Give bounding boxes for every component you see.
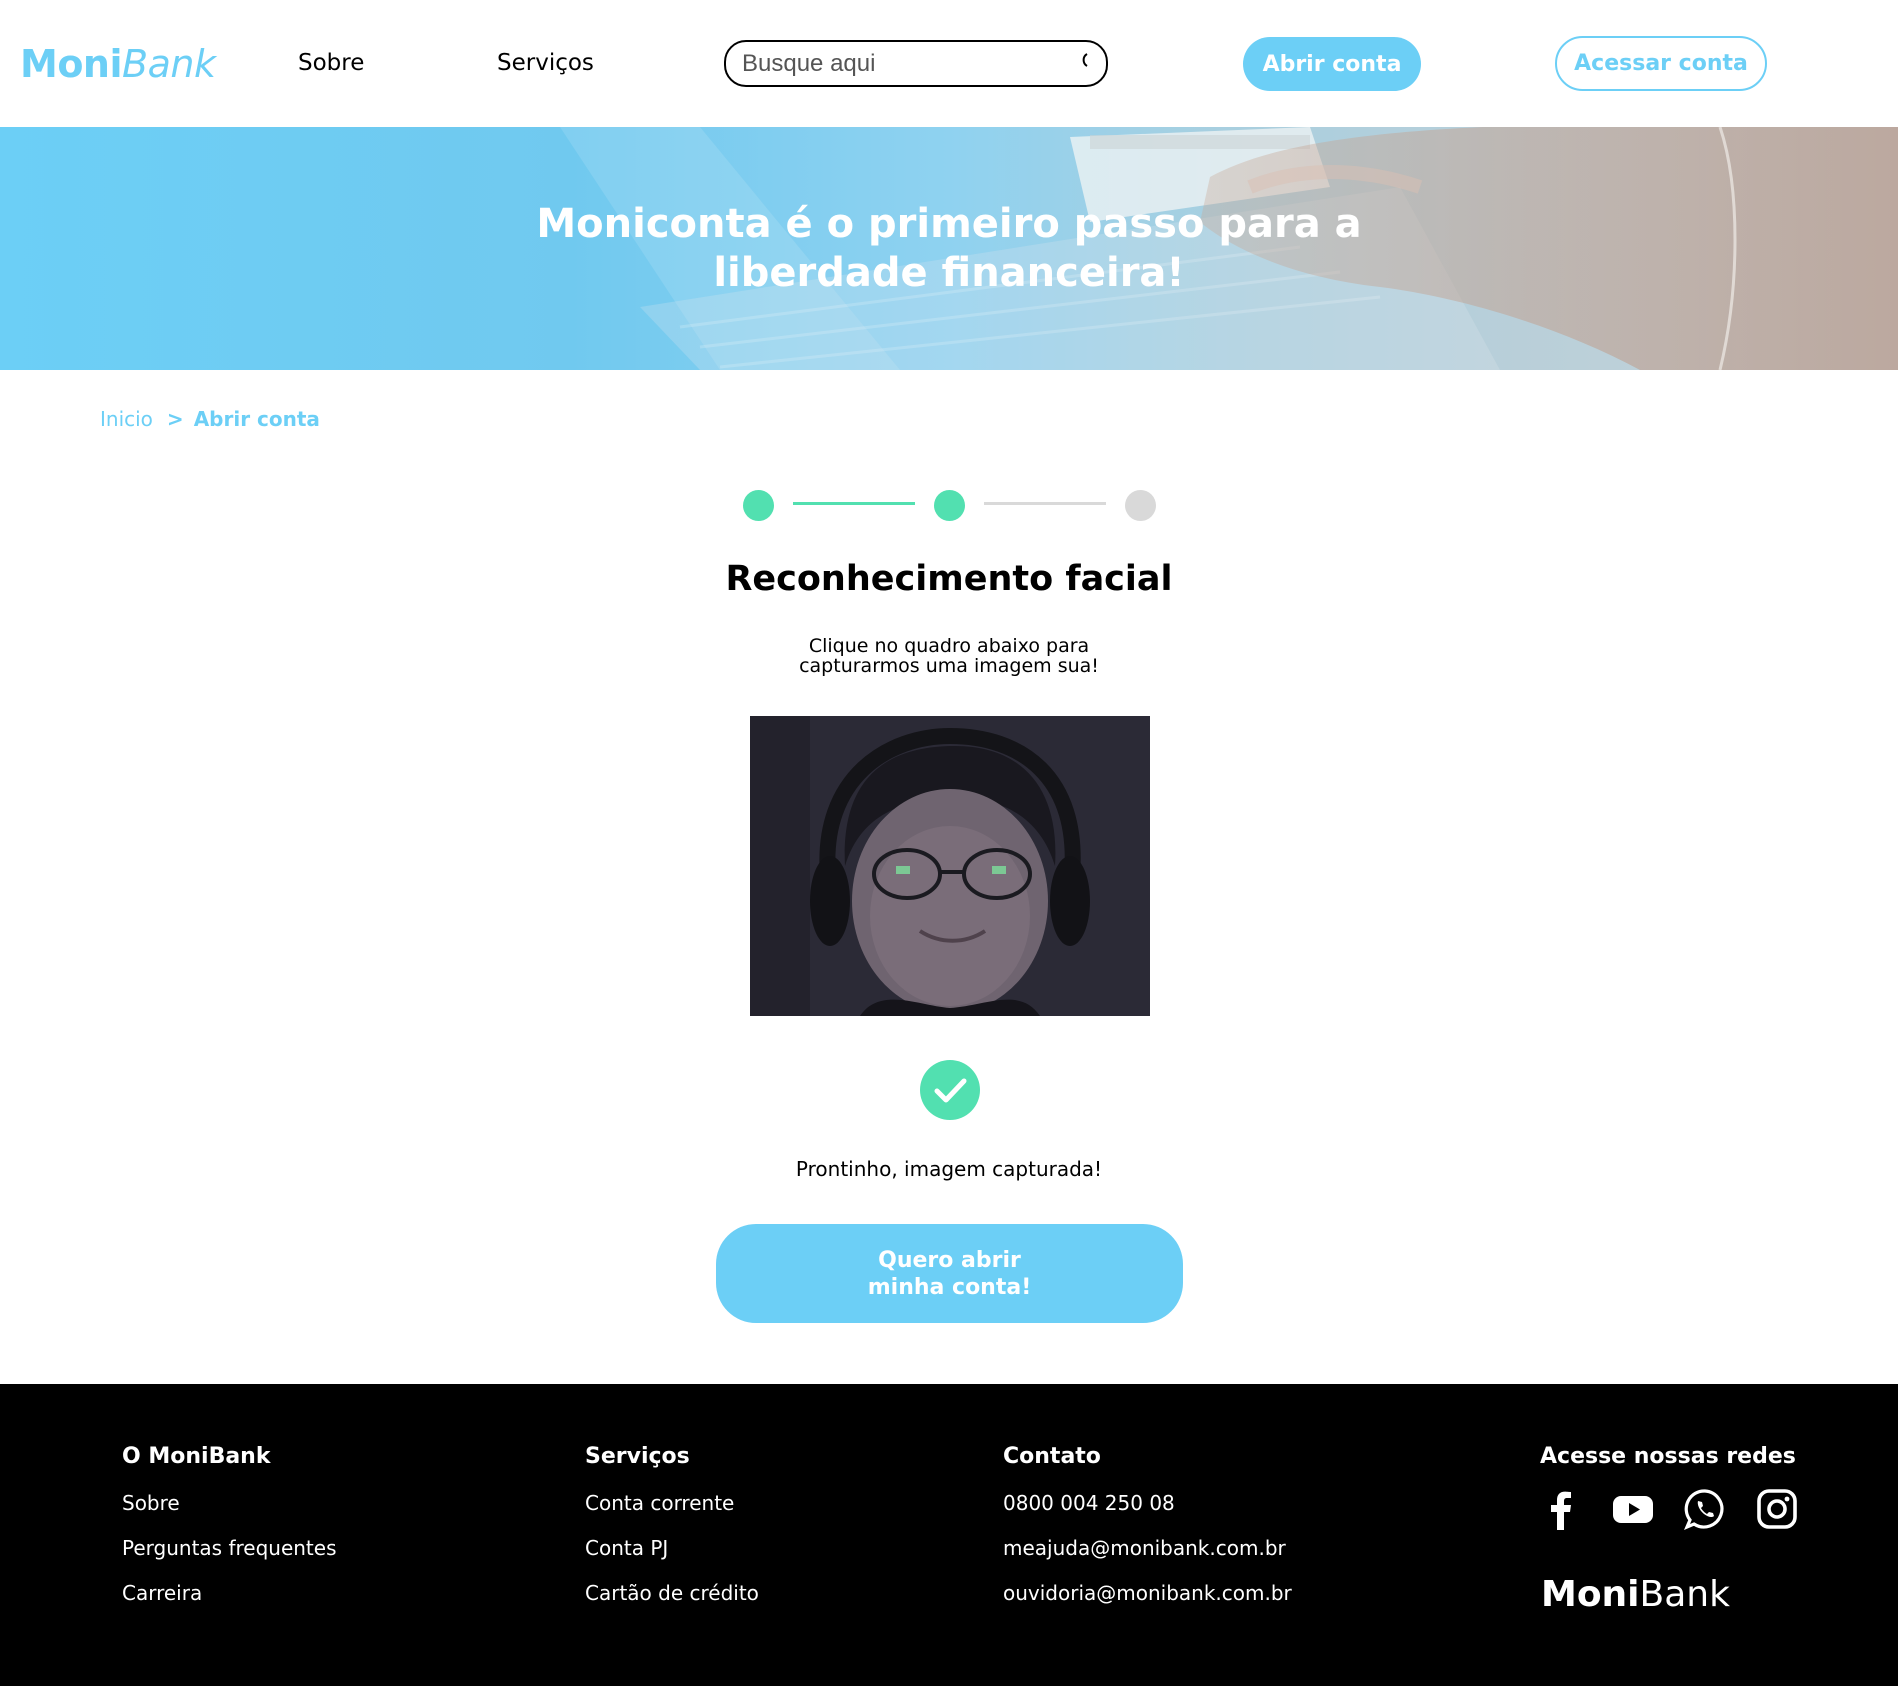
- capture-instructions: Clique no quadro abaixo para capturarmos…: [799, 635, 1099, 677]
- nav-servicos-link[interactable]: Serviços: [497, 50, 594, 76]
- banner-title: Moniconta é o primeiro passo para a libe…: [536, 201, 1362, 296]
- facebook-icon[interactable]: [1540, 1488, 1582, 1530]
- footer-monibank-logo[interactable]: MoniBank: [1541, 1574, 1730, 1615]
- nav-sobre-link[interactable]: Sobre: [298, 50, 364, 76]
- breadcrumb-home-link[interactable]: Inicio: [100, 407, 153, 431]
- footer-phone[interactable]: 0800 004 250 08: [1003, 1491, 1292, 1516]
- footer-heading: Serviços: [585, 1444, 690, 1469]
- breadcrumb: Inicio > Abrir conta: [100, 407, 320, 431]
- search-input[interactable]: [742, 49, 1062, 79]
- footer-link-conta-pj[interactable]: Conta PJ: [585, 1536, 759, 1561]
- breadcrumb-separator: >: [166, 407, 184, 431]
- footer-link-conta-corrente[interactable]: Conta corrente: [585, 1491, 759, 1516]
- step-connector-1: [793, 502, 915, 505]
- step-1-indicator: [743, 490, 774, 521]
- footer-column-contato: Contato 0800 004 250 08 meajuda@monibank…: [1003, 1444, 1292, 1626]
- footer-social-heading: Acesse nossas redes: [1540, 1444, 1796, 1469]
- hero-banner: Moniconta é o primeiro passo para a libe…: [0, 127, 1898, 370]
- captured-face-image: [750, 716, 1150, 1016]
- footer-email-help[interactable]: meajuda@monibank.com.br: [1003, 1536, 1292, 1561]
- footer-heading: Contato: [1003, 1444, 1101, 1469]
- site-footer: O MoniBank Sobre Perguntas frequentes Ca…: [0, 1384, 1898, 1686]
- youtube-icon[interactable]: [1612, 1488, 1654, 1530]
- logo-moni: Moni: [20, 42, 123, 86]
- step-connector-2: [984, 502, 1106, 505]
- footer-email-ouvidoria[interactable]: ouvidoria@monibank.com.br: [1003, 1581, 1292, 1606]
- monibank-logo[interactable]: MoniBank: [20, 42, 216, 86]
- footer-column-servicos: Serviços Conta corrente Conta PJ Cartão …: [585, 1444, 759, 1626]
- instagram-icon[interactable]: [1756, 1488, 1798, 1530]
- footer-link-faq[interactable]: Perguntas frequentes: [122, 1536, 337, 1561]
- access-account-button[interactable]: Acessar conta: [1555, 36, 1767, 91]
- open-my-account-button[interactable]: Quero abrir minha conta!: [716, 1224, 1183, 1323]
- camera-capture-frame[interactable]: [750, 716, 1150, 1016]
- breadcrumb-current: Abrir conta: [193, 407, 320, 431]
- footer-logo-moni: Moni: [1541, 1574, 1640, 1615]
- page-title: Reconhecimento facial: [725, 559, 1173, 599]
- footer-column-social: Acesse nossas redes: [1540, 1444, 1796, 1491]
- site-header: MoniBank Sobre Serviços Abrir conta Aces…: [0, 0, 1898, 127]
- logo-bank: Bank: [122, 42, 216, 86]
- check-circle-icon: [920, 1060, 980, 1120]
- footer-link-sobre[interactable]: Sobre: [122, 1491, 337, 1516]
- footer-column-monibank: O MoniBank Sobre Perguntas frequentes Ca…: [122, 1444, 337, 1626]
- social-links: [1540, 1488, 1798, 1531]
- footer-link-cartao[interactable]: Cartão de crédito: [585, 1581, 759, 1606]
- footer-logo-bank: Bank: [1639, 1574, 1730, 1615]
- footer-link-carreira[interactable]: Carreira: [122, 1581, 337, 1606]
- whatsapp-icon[interactable]: [1683, 1488, 1726, 1531]
- open-account-button[interactable]: Abrir conta: [1243, 37, 1421, 91]
- step-3-indicator: [1125, 490, 1156, 521]
- footer-heading: O MoniBank: [122, 1444, 271, 1469]
- capture-status-text: Prontinho, imagem capturada!: [795, 1157, 1103, 1181]
- search-icon[interactable]: [1078, 51, 1092, 71]
- step-2-indicator: [934, 490, 965, 521]
- search-box[interactable]: [724, 40, 1108, 87]
